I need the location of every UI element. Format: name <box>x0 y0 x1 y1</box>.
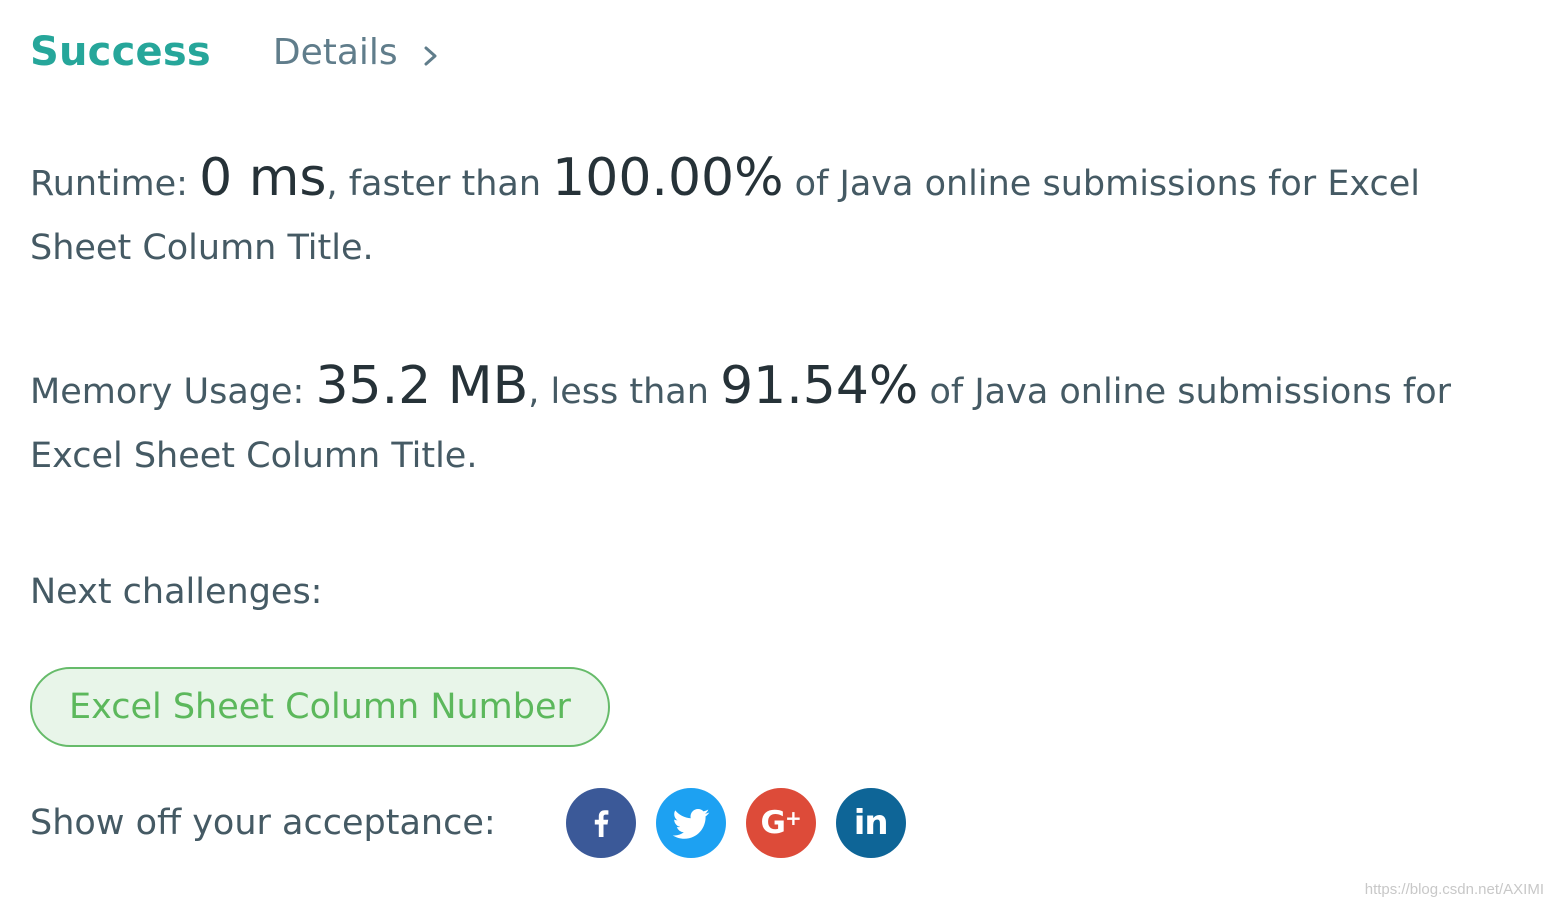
status-title: Success <box>30 29 211 75</box>
details-label: Details <box>272 31 398 73</box>
runtime-comparison: , faster than <box>326 164 553 204</box>
runtime-value: 0 ms <box>199 148 327 208</box>
facebook-icon <box>581 803 621 843</box>
facebook-share-button[interactable] <box>565 788 636 858</box>
details-link[interactable]: Details <box>273 32 446 73</box>
share-label: Show off your acceptance: <box>30 803 496 843</box>
runtime-percent: 100.00% <box>552 148 784 208</box>
next-challenges-label: Next challenges: <box>30 572 323 612</box>
share-row: Show off your acceptance: G+ in <box>30 788 926 858</box>
memory-value: 35.2 MB <box>315 356 529 416</box>
google-plus-share-button[interactable]: G+ <box>745 788 816 858</box>
chevron-right-icon <box>416 39 446 69</box>
memory-label: Memory Usage: <box>30 372 316 412</box>
google-plus-icon: G+ <box>760 805 802 841</box>
social-buttons: G+ in <box>565 788 926 858</box>
memory-percent: 91.54% <box>720 356 919 416</box>
memory-comparison: , less than <box>528 372 721 412</box>
twitter-icon <box>670 802 712 844</box>
runtime-stat: Runtime: 0 ms, faster than 100.00% of Ja… <box>30 146 1522 280</box>
linkedin-share-button[interactable]: in <box>835 788 906 858</box>
watermark: https://blog.csdn.net/AXIMI <box>1364 881 1544 898</box>
linkedin-icon: in <box>853 803 889 843</box>
result-header: Success Details <box>30 24 446 80</box>
runtime-label: Runtime: <box>30 164 200 204</box>
twitter-share-button[interactable] <box>655 788 726 858</box>
memory-stat: Memory Usage: 35.2 MB, less than 91.54% … <box>30 354 1522 488</box>
next-challenge-button[interactable]: Excel Sheet Column Number <box>30 667 610 747</box>
